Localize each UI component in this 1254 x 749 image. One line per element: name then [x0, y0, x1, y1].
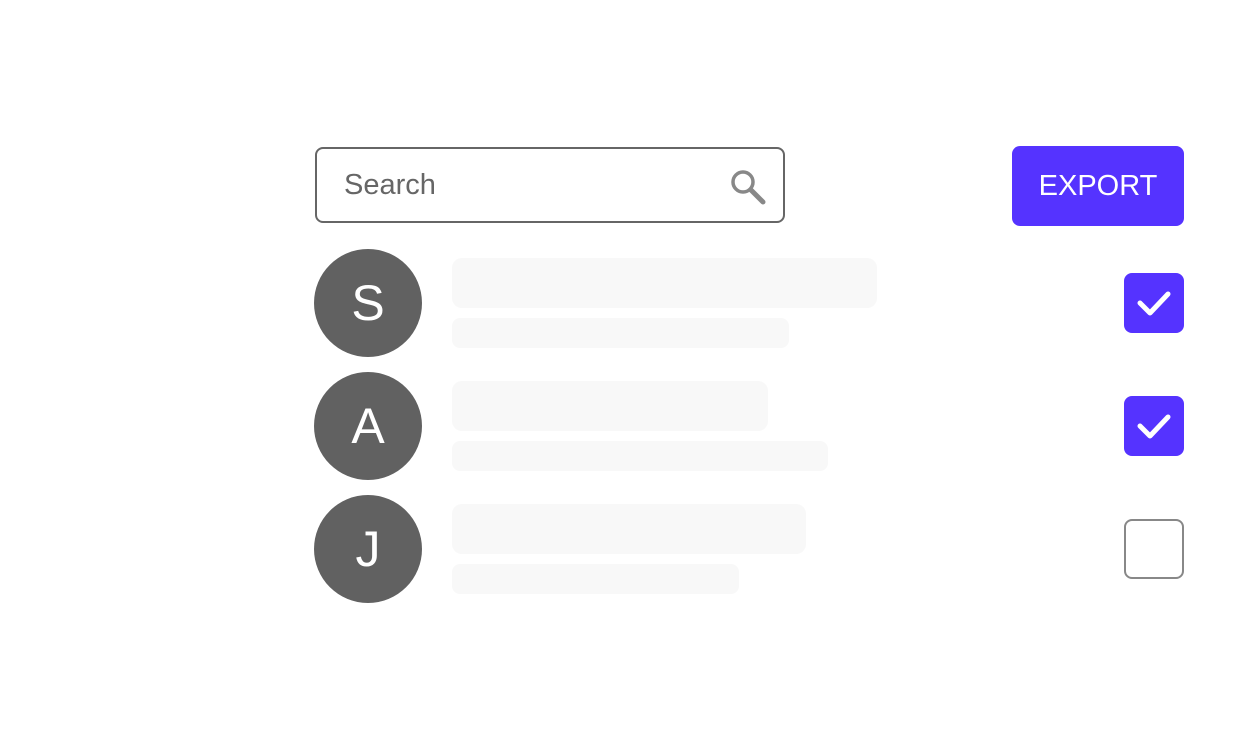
page: EXPORT S A J [0, 0, 1254, 749]
check-icon [1137, 291, 1171, 316]
avatar: J [314, 495, 422, 603]
search-box[interactable] [315, 147, 785, 223]
skeleton-subtitle-placeholder [452, 564, 739, 594]
skeleton-subtitle-placeholder [452, 441, 828, 471]
avatar: S [314, 249, 422, 357]
search-input[interactable] [344, 155, 714, 215]
skeleton-title-placeholder [452, 258, 877, 308]
list-item: S [314, 249, 1184, 357]
row-checkbox[interactable] [1124, 519, 1184, 579]
skeleton-title-placeholder [452, 504, 806, 554]
skeleton-subtitle-placeholder [452, 318, 789, 348]
check-icon [1137, 414, 1171, 439]
avatar: A [314, 372, 422, 480]
list-item: A [314, 372, 1184, 480]
export-button[interactable]: EXPORT [1012, 146, 1184, 226]
row-checkbox[interactable] [1124, 396, 1184, 456]
skeleton-title-placeholder [452, 381, 768, 431]
list-item: J [314, 495, 1184, 603]
search-icon[interactable] [730, 169, 766, 205]
row-checkbox[interactable] [1124, 273, 1184, 333]
